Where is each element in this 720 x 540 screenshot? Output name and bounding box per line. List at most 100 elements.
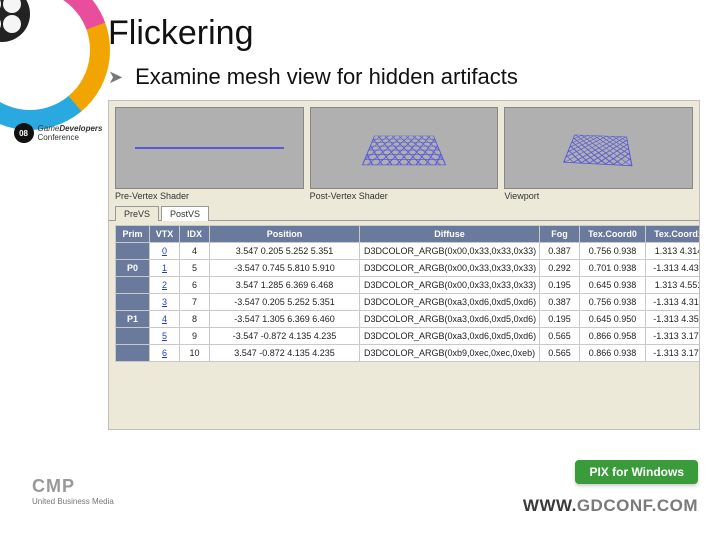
table-row[interactable]: 37-3.547 0.205 5.252 5.351D3DCOLOR_ARGB(…	[116, 294, 701, 311]
cell-texcoord1: -1.313 3.175	[646, 328, 701, 345]
cell-position: -3.547 -0.872 4.135 4.235	[210, 328, 360, 345]
cell-diffuse: D3DCOLOR_ARGB(0xa3,0xd6,0xd5,0xd6)	[360, 311, 540, 328]
thumb-label-1: Post-Vertex Shader	[310, 191, 499, 201]
thumb-post-vertex[interactable]	[310, 107, 499, 189]
bullet-row: ➤ Examine mesh view for hidden artifacts	[108, 64, 518, 90]
th-vtx[interactable]: VTX	[150, 226, 180, 243]
cell-texcoord0: 0.701 0.938	[580, 260, 646, 277]
table-row[interactable]: 6103.547 -0.872 4.135 4.235D3DCOLOR_ARGB…	[116, 345, 701, 362]
badge-sub: Conference	[38, 133, 103, 142]
cell-fog: 0.387	[540, 243, 580, 260]
th-position[interactable]: Position	[210, 226, 360, 243]
cell-idx: 8	[180, 311, 210, 328]
cell-idx: 10	[180, 345, 210, 362]
cell-position: -3.547 1.305 6.369 6.460	[210, 311, 360, 328]
cell-fog: 0.565	[540, 345, 580, 362]
th-texcoord1[interactable]: Tex.Coord1	[646, 226, 701, 243]
table-header-row: Prim VTX IDX Position Diffuse Fog Tex.Co…	[116, 226, 701, 243]
cell-prim: P0	[116, 260, 150, 277]
cell-texcoord1: -1.313 3.175	[646, 345, 701, 362]
cell-texcoord0: 0.866 0.938	[580, 345, 646, 362]
thumb-label-2: Viewport	[504, 191, 693, 201]
cell-fog: 0.292	[540, 260, 580, 277]
cell-vtx[interactable]: 3	[150, 294, 180, 311]
cell-prim	[116, 243, 150, 260]
thumb-pre-vertex[interactable]	[115, 107, 304, 189]
cell-diffuse: D3DCOLOR_ARGB(0xa3,0xd6,0xd5,0xd6)	[360, 294, 540, 311]
vertex-table: Prim VTX IDX Position Diffuse Fog Tex.Co…	[115, 225, 700, 362]
table-row[interactable]: 263.547 1.285 6.369 6.468D3DCOLOR_ARGB(0…	[116, 277, 701, 294]
tab-postvs[interactable]: PostVS	[161, 206, 209, 221]
cell-texcoord0: 0.645 0.950	[580, 311, 646, 328]
cell-idx: 4	[180, 243, 210, 260]
gdconf-url: WWW.GDCONF.COM	[523, 496, 698, 516]
cell-vtx[interactable]: 5	[150, 328, 180, 345]
table-row[interactable]: 59-3.547 -0.872 4.135 4.235D3DCOLOR_ARGB…	[116, 328, 701, 345]
tab-bar: PreVS PostVS	[109, 205, 699, 221]
cell-fog: 0.387	[540, 294, 580, 311]
year-badge: 08	[14, 123, 34, 143]
mesh-blob-icon	[563, 135, 633, 167]
bullet-text: Examine mesh view for hidden artifacts	[135, 64, 518, 90]
cell-texcoord1: -1.313 4.314	[646, 294, 701, 311]
cell-vtx[interactable]: 2	[150, 277, 180, 294]
cell-vtx[interactable]: 0	[150, 243, 180, 260]
slide-title: Flickering	[108, 14, 253, 53]
table-row[interactable]: P015-3.547 0.745 5.810 5.910D3DCOLOR_ARG…	[116, 260, 701, 277]
cell-prim	[116, 277, 150, 294]
th-prim[interactable]: Prim	[116, 226, 150, 243]
cell-prim	[116, 328, 150, 345]
cell-prim	[116, 345, 150, 362]
cell-vtx[interactable]: 4	[150, 311, 180, 328]
cell-diffuse: D3DCOLOR_ARGB(0x00,0x33,0x33,0x33)	[360, 277, 540, 294]
cell-position: 3.547 -0.872 4.135 4.235	[210, 345, 360, 362]
cell-texcoord1: 1.313 4.551	[646, 277, 701, 294]
cmp-logo: CMP United Business Media	[32, 476, 114, 506]
cmp-logo-text: CMP	[32, 476, 114, 497]
footer: CMP United Business Media PIX for Window…	[0, 460, 720, 540]
th-idx[interactable]: IDX	[180, 226, 210, 243]
cmp-subtext: United Business Media	[32, 497, 114, 506]
cell-position: -3.547 0.205 5.252 5.351	[210, 294, 360, 311]
cell-prim	[116, 294, 150, 311]
mesh-grid-icon	[362, 136, 446, 166]
thumbnail-labels: Pre-Vertex Shader Post-Vertex Shader Vie…	[109, 191, 699, 205]
cell-texcoord0: 0.645 0.938	[580, 277, 646, 294]
cell-idx: 7	[180, 294, 210, 311]
mesh-line-icon	[135, 147, 284, 149]
cell-prim: P1	[116, 311, 150, 328]
cell-diffuse: D3DCOLOR_ARGB(0xb9,0xec,0xec,0xeb)	[360, 345, 540, 362]
cell-fog: 0.195	[540, 277, 580, 294]
cell-diffuse: D3DCOLOR_ARGB(0x00,0x33,0x33,0x33)	[360, 243, 540, 260]
cell-idx: 5	[180, 260, 210, 277]
table-row[interactable]: P148-3.547 1.305 6.369 6.460D3DCOLOR_ARG…	[116, 311, 701, 328]
clover-logo	[0, 0, 30, 42]
cell-diffuse: D3DCOLOR_ARGB(0x00,0x33,0x33,0x33)	[360, 260, 540, 277]
tab-prevs[interactable]: PreVS	[115, 206, 159, 221]
cell-position: 3.547 0.205 5.252 5.351	[210, 243, 360, 260]
badge-brand-2: Developers	[59, 124, 102, 133]
cell-texcoord0: 0.756 0.938	[580, 294, 646, 311]
cell-texcoord0: 0.756 0.938	[580, 243, 646, 260]
mesh-inspector-panel: Pre-Vertex Shader Post-Vertex Shader Vie…	[108, 100, 700, 430]
table-row[interactable]: 043.547 0.205 5.252 5.351D3DCOLOR_ARGB(0…	[116, 243, 701, 260]
cell-vtx[interactable]: 1	[150, 260, 180, 277]
badge-brand-1: Game	[38, 124, 60, 133]
gdc-conference-badge: 08 GameDevelopers Conference	[10, 118, 106, 148]
cell-texcoord1: 1.313 4.314	[646, 243, 701, 260]
gdconf-domain: GDCONF.COM	[577, 496, 698, 515]
thumbnail-row	[109, 101, 699, 191]
th-fog[interactable]: Fog	[540, 226, 580, 243]
cell-fog: 0.565	[540, 328, 580, 345]
th-texcoord0[interactable]: Tex.Coord0	[580, 226, 646, 243]
pix-badge: PIX for Windows	[575, 460, 698, 484]
cell-position: 3.547 1.285 6.369 6.468	[210, 277, 360, 294]
thumb-viewport[interactable]	[504, 107, 693, 189]
cell-fog: 0.195	[540, 311, 580, 328]
cell-vtx[interactable]: 6	[150, 345, 180, 362]
cell-texcoord1: -1.313 4.432	[646, 260, 701, 277]
cell-idx: 9	[180, 328, 210, 345]
th-diffuse[interactable]: Diffuse	[360, 226, 540, 243]
cell-idx: 6	[180, 277, 210, 294]
cell-position: -3.547 0.745 5.810 5.910	[210, 260, 360, 277]
